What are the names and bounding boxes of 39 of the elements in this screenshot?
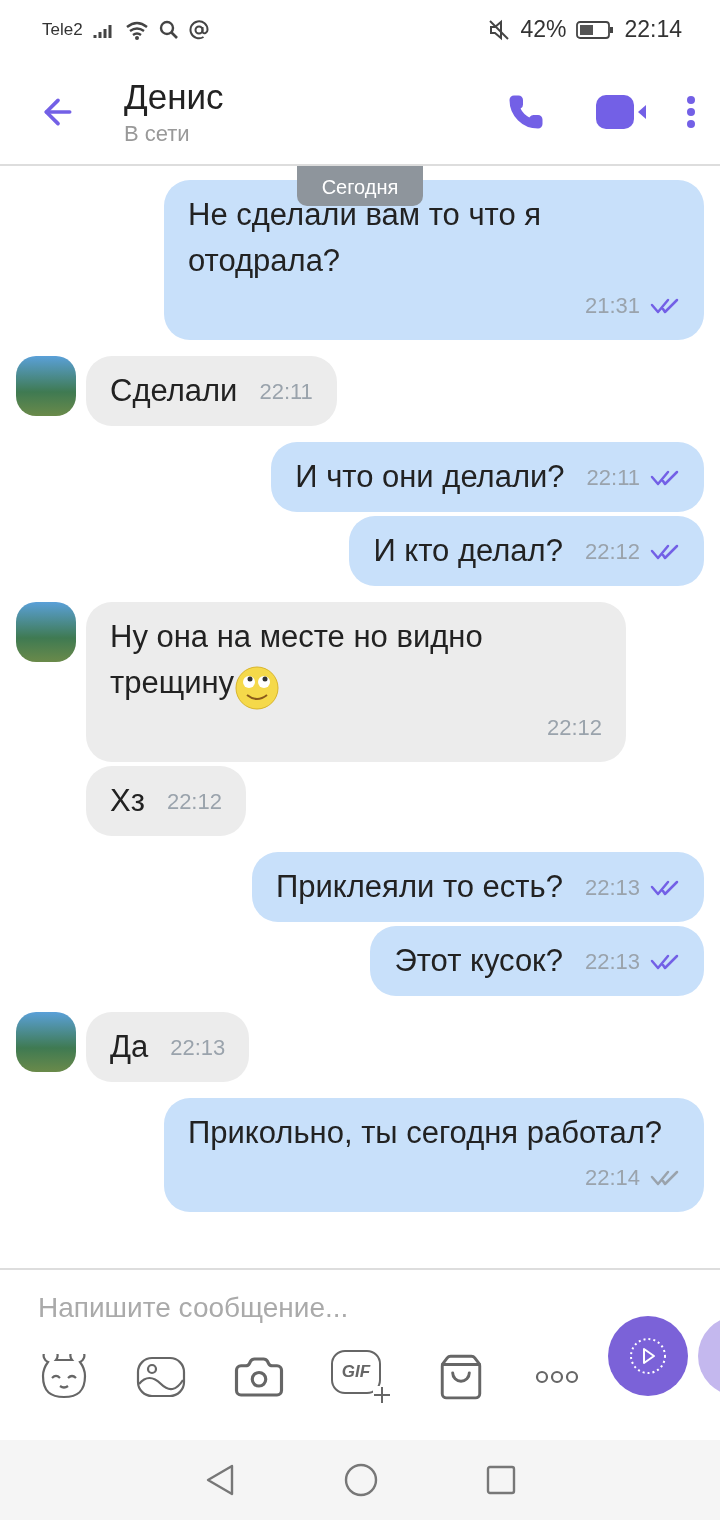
message-text: Сделали [110, 371, 238, 410]
clock-time: 22:14 [624, 16, 682, 44]
message-text: Да [110, 1027, 149, 1066]
message-text: Прикольно, ты сегодня работал? [188, 1113, 662, 1152]
message-time: 22:11 [586, 464, 640, 491]
nav-home-icon[interactable] [344, 1463, 378, 1498]
carrier-name: Tele2 [42, 19, 83, 40]
message-time: 22:12 [166, 788, 222, 815]
message-time: 22:13 [584, 948, 640, 975]
message-text: И кто делал? [373, 531, 563, 570]
online-status: В сети [124, 120, 191, 147]
battery-icon [576, 19, 615, 40]
message-text: И что они делали? [295, 457, 565, 496]
play-circle-icon [628, 1336, 668, 1377]
message-text: Этот кусок? [394, 941, 563, 980]
message-text: Хз [110, 781, 145, 820]
message-text: Ну она на месте но видно трещину [110, 613, 602, 706]
message-input-field[interactable]: Напишите сообщение... [38, 1292, 558, 1325]
message-time: 22:13 [170, 1034, 226, 1061]
wifi-icon [124, 19, 149, 40]
nav-recents-icon[interactable] [486, 1465, 516, 1496]
message-time: 22:11 [259, 378, 313, 405]
phone-icon[interactable] [508, 93, 544, 130]
mute-icon [488, 18, 511, 41]
message-text: Приклеяли то есть? [276, 867, 563, 906]
video-camera-icon[interactable] [596, 94, 648, 129]
date-chip: Сегодня [297, 165, 423, 206]
message-time: 22:14 [584, 1164, 640, 1191]
contact-name: Денис [124, 76, 224, 117]
battery-percent: 42% [520, 16, 567, 44]
message-time: 22:12 [546, 714, 602, 741]
menu-icon[interactable] [686, 94, 696, 129]
nav-back-icon[interactable] [204, 1463, 236, 1498]
search-icon [158, 19, 179, 40]
message-time: 22:13 [584, 874, 640, 901]
more-icon[interactable] [535, 1370, 579, 1385]
message-time: 21:31 [584, 292, 640, 319]
at-sign-icon [188, 19, 209, 40]
message-time: 22:12 [584, 538, 640, 565]
